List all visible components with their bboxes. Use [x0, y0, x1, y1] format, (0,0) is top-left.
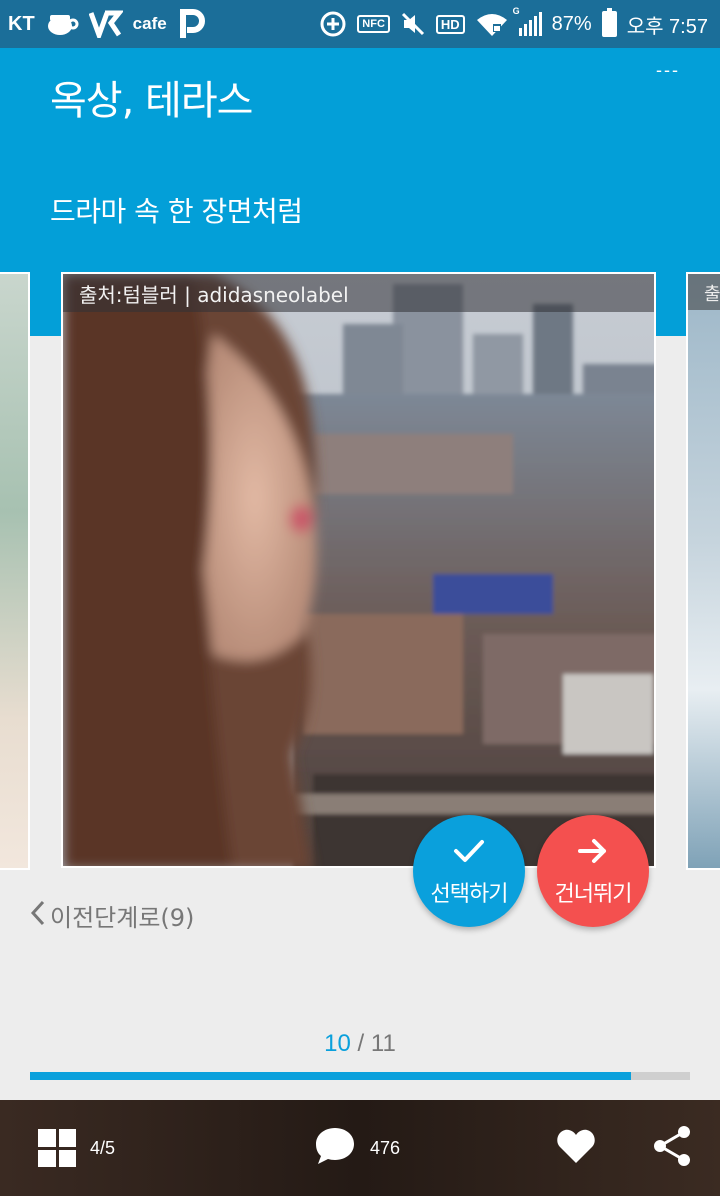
- select-button-label: 선택하기: [430, 882, 509, 907]
- source-caption: 출처:텀블러 | adidasneolabel: [79, 282, 349, 307]
- progress-current: 10: [324, 1030, 351, 1057]
- cafe-label: cafe: [132, 14, 167, 33]
- nfc-icon: NFC: [357, 15, 390, 33]
- previous-step-label: 이전단계로(9): [50, 904, 195, 932]
- card-photo: [63, 274, 654, 866]
- grid-button[interactable]: 4/5: [38, 1129, 115, 1167]
- share-icon: [652, 1125, 692, 1172]
- previous-card-peek[interactable]: [0, 272, 30, 870]
- network-type-label: G: [512, 6, 520, 16]
- select-button[interactable]: 선택하기: [413, 815, 525, 927]
- skip-button-label: 건너뛰기: [554, 882, 633, 907]
- coffee-icon: [45, 12, 79, 36]
- chevron-left-icon: [30, 900, 46, 932]
- progress-total: 11: [370, 1030, 396, 1057]
- bottom-bar: 4/5 476: [0, 1100, 720, 1196]
- previous-step-link[interactable]: 이전단계로(9): [30, 898, 194, 933]
- wifi-icon: [475, 12, 509, 36]
- progress-separator: /: [350, 1030, 371, 1057]
- grid-count: 4/5: [90, 1137, 116, 1158]
- check-icon: [452, 834, 486, 874]
- v3-app-icon: [88, 10, 123, 38]
- page-subtitle: 드라마 속 한 장면처럼: [50, 195, 303, 228]
- progress-counter: 10 / 11: [0, 1030, 720, 1058]
- like-button[interactable]: [556, 1128, 596, 1169]
- page-title: 옥상, 테라스: [50, 78, 253, 124]
- data-saver-icon: [319, 10, 347, 38]
- battery-percent: 87%: [551, 12, 592, 35]
- mute-icon: [400, 11, 426, 37]
- p-app-icon: [177, 8, 205, 40]
- grid-icon: [38, 1129, 76, 1167]
- arrow-right-icon: [576, 834, 610, 874]
- menu-button[interactable]: ---: [656, 60, 680, 81]
- comment-icon: [314, 1126, 356, 1171]
- comment-button[interactable]: 476: [314, 1126, 400, 1171]
- heart-icon: [556, 1128, 596, 1169]
- battery-icon: [601, 8, 617, 37]
- share-button[interactable]: [652, 1125, 692, 1172]
- source-caption-bar: 출처:텀블러 | adidasneolabel: [63, 274, 654, 312]
- skip-button[interactable]: 건너뛰기: [537, 815, 649, 927]
- progress-bar-fill: [30, 1072, 631, 1080]
- hd-voice-icon: HD: [435, 14, 465, 34]
- next-card-peek[interactable]: 출: [686, 272, 720, 870]
- status-bar: KT cafe NFC HD G 87% 오후 7:57: [0, 0, 720, 48]
- progress-bar: [30, 1072, 690, 1080]
- main-card[interactable]: 출처:텀블러 | adidasneolabel: [61, 272, 656, 868]
- carrier-label: KT: [8, 12, 35, 35]
- comment-count: 476: [370, 1137, 401, 1158]
- signal-icon: G: [513, 6, 542, 36]
- next-card-caption: 출: [688, 274, 720, 310]
- clock: 오후 7:57: [626, 15, 708, 38]
